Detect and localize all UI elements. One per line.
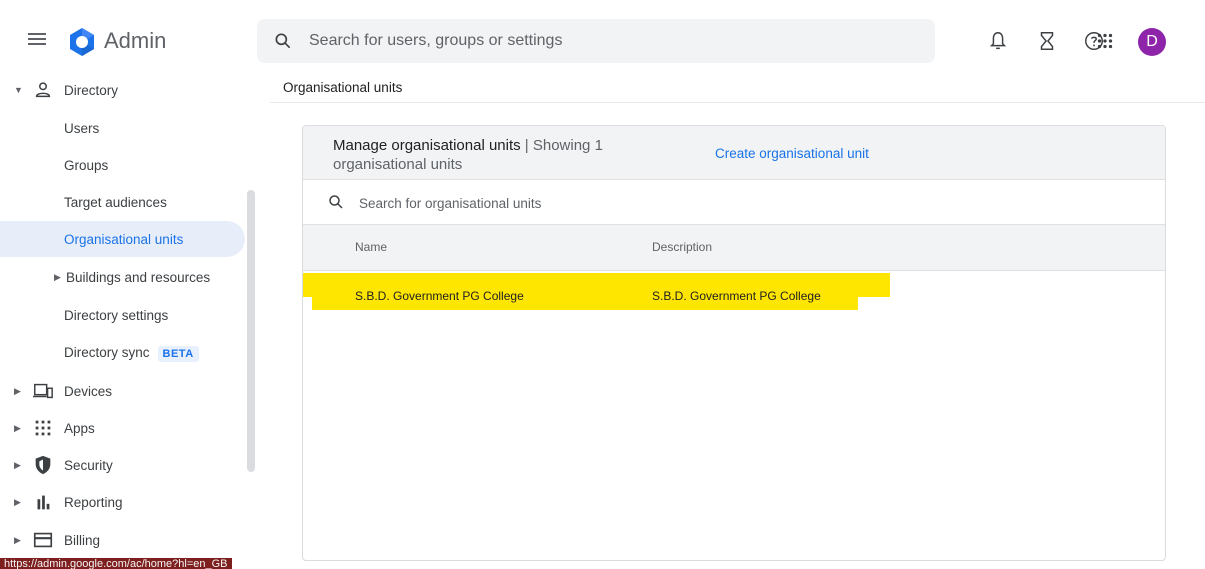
sidebar-label: Security xyxy=(64,457,113,473)
global-search-input[interactable] xyxy=(309,29,909,53)
caret-right-icon: ▶ xyxy=(14,422,21,433)
org-unit-search-input[interactable] xyxy=(359,193,859,213)
sidebar-item-apps[interactable]: ▶ Apps xyxy=(0,410,245,446)
sidebar-item-directory-sync[interactable]: Directory sync BETA xyxy=(0,335,245,371)
apps-grid-icon[interactable] xyxy=(1094,30,1116,52)
sidebar-label: Directory xyxy=(64,82,119,98)
menu-icon[interactable] xyxy=(26,30,48,52)
caret-right-icon: ▶ xyxy=(14,496,21,507)
sidebar-label: Directory sync BETA xyxy=(64,345,199,362)
apps-icon xyxy=(35,420,51,436)
caret-right-icon: ▶ xyxy=(14,385,21,396)
sidebar-label: Devices xyxy=(64,383,113,399)
row-name-cell[interactable]: S.B.D. Government PG College xyxy=(355,289,524,303)
sidebar-label: Apps xyxy=(64,420,95,436)
sidebar-label: Groups xyxy=(64,157,109,173)
caret-right-icon: ▶ xyxy=(14,459,21,470)
table-header: Name Description xyxy=(303,225,1165,271)
billing-icon xyxy=(33,532,53,548)
card-title: Manage organisational units | Showing 1 … xyxy=(333,136,633,174)
reporting-icon xyxy=(37,495,50,510)
sidebar-item-organisational-units[interactable]: Organisational units xyxy=(0,221,245,257)
sidebar-item-security[interactable]: ▶ Security xyxy=(0,447,245,483)
sidebar-scrollbar[interactable] xyxy=(247,190,255,472)
sidebar-label-text: Directory sync xyxy=(64,344,150,360)
row-description-cell: S.B.D. Government PG College xyxy=(652,289,821,303)
search-icon xyxy=(329,195,343,209)
sidebar-item-groups[interactable]: Groups xyxy=(0,147,245,183)
sidebar-item-devices[interactable]: ▶ Devices xyxy=(0,373,245,409)
app-title[interactable]: Admin xyxy=(104,28,166,54)
status-bar-url: https://admin.google.com/ac/home?hl=en_G… xyxy=(0,558,232,569)
divider xyxy=(270,102,1205,103)
notifications-icon[interactable] xyxy=(987,30,1009,52)
sidebar-label: Organisational units xyxy=(64,231,184,247)
sidebar-item-users[interactable]: Users xyxy=(0,110,245,146)
devices-icon xyxy=(32,383,53,399)
tasks-hourglass-icon[interactable] xyxy=(1036,30,1058,52)
admin-logo-icon[interactable] xyxy=(66,26,98,58)
caret-right-icon: ▶ xyxy=(14,534,21,545)
sidebar-item-directory-settings[interactable]: Directory settings xyxy=(0,297,245,333)
avatar[interactable]: D xyxy=(1138,28,1166,56)
card-title-text: Manage organisational units xyxy=(333,137,521,154)
caret-right-icon: ▶ xyxy=(54,271,61,282)
search-icon xyxy=(275,33,291,49)
page-title: Organisational units xyxy=(283,80,403,95)
security-shield-icon xyxy=(35,455,51,475)
sidebar-label: Users xyxy=(64,120,100,136)
directory-person-icon xyxy=(35,82,51,98)
card-header: Manage organisational units | Showing 1 … xyxy=(303,126,1165,180)
sidebar-item-target-audiences[interactable]: Target audiences xyxy=(0,184,245,220)
sidebar-label: Reporting xyxy=(64,494,123,510)
create-org-unit-link[interactable]: Create organisational unit xyxy=(715,146,869,161)
org-unit-search[interactable] xyxy=(303,180,1165,225)
caret-down-icon: ▼ xyxy=(14,85,23,95)
sidebar-item-buildings-and-resources[interactable]: ▶ Buildings and resources xyxy=(0,259,245,295)
sidebar-item-reporting[interactable]: ▶ Reporting xyxy=(0,484,245,520)
beta-badge: BETA xyxy=(157,345,199,362)
sidebar-label: Billing xyxy=(64,532,101,548)
sidebar: ▼ Directory Users Groups Target audience… xyxy=(0,70,260,569)
column-header-name[interactable]: Name xyxy=(355,240,387,254)
column-header-description[interactable]: Description xyxy=(652,240,712,254)
sidebar-item-directory[interactable]: ▼ Directory xyxy=(0,72,245,108)
org-units-card: Manage organisational units | Showing 1 … xyxy=(302,125,1166,561)
sidebar-label: Directory settings xyxy=(64,307,169,323)
sidebar-item-billing[interactable]: ▶ Billing xyxy=(0,522,245,558)
global-search-bar[interactable] xyxy=(257,19,935,63)
sidebar-label: Target audiences xyxy=(64,194,167,210)
sidebar-label: Buildings and resources xyxy=(66,269,211,285)
